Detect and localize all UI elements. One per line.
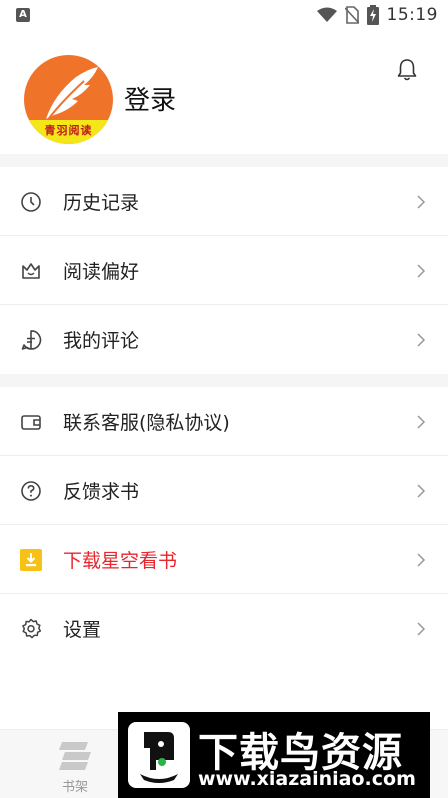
menu-group-2: 联系客服(隐私协议) 反馈求书 下载星空看书 设置	[0, 387, 448, 729]
wallet-icon	[21, 415, 41, 430]
menu-item-label: 我的评论	[63, 330, 140, 352]
chevron-right-icon	[417, 195, 426, 209]
menu-item-feedback[interactable]: 反馈求书	[0, 456, 448, 525]
question-icon	[21, 481, 41, 501]
menu-item-label: 联系客服(隐私协议)	[63, 412, 230, 434]
profile-header: 青羽阅读 登录	[0, 30, 448, 154]
menu-item-label: 历史记录	[63, 192, 140, 214]
menu-item-history[interactable]: 历史记录	[0, 167, 448, 236]
login-button[interactable]: 登录	[124, 80, 176, 117]
menu-item-label: 反馈求书	[63, 481, 140, 503]
tab-bookshelf-label: 书架	[61, 780, 88, 795]
menu-item-my-comments[interactable]: 我的评论	[0, 305, 448, 374]
tab-bookshelf[interactable]: 书架	[50, 736, 100, 795]
menu-item-label: 下载星空看书	[63, 550, 178, 572]
menu-item-reading-preference[interactable]: 阅读偏好	[0, 236, 448, 305]
app-notification-icon: A	[16, 8, 30, 22]
clock-icon	[21, 192, 41, 212]
status-time: 15:19	[386, 5, 438, 25]
chevron-right-icon	[417, 333, 426, 347]
battery-charging-icon	[366, 5, 379, 25]
menu-item-download-app[interactable]: 下载星空看书	[0, 525, 448, 594]
bird-logo-icon	[128, 722, 190, 788]
crown-icon	[22, 263, 40, 279]
chevron-right-icon	[417, 622, 426, 636]
status-bar: A 15:19	[0, 0, 448, 30]
avatar[interactable]: 青羽阅读	[24, 55, 113, 144]
chevron-right-icon	[417, 264, 426, 278]
status-icons: 15:19	[316, 4, 439, 26]
watermark-banner: 下载鸟资源 www.xiazainiao.com	[118, 712, 430, 798]
bell-icon[interactable]	[396, 58, 418, 82]
chevron-right-icon	[417, 484, 426, 498]
bookshelf-icon	[59, 742, 91, 770]
chevron-right-icon	[417, 553, 426, 567]
menu-item-label: 设置	[63, 619, 102, 641]
no-sim-icon	[344, 6, 359, 24]
wifi-icon	[316, 7, 337, 22]
comment-icon	[21, 330, 42, 350]
menu-item-settings[interactable]: 设置	[0, 594, 448, 663]
download-icon	[20, 549, 42, 571]
watermark-url: www.xiazainiao.com	[198, 768, 416, 790]
menu-group-1: 历史记录 阅读偏好 我的评论	[0, 167, 448, 374]
avatar-brand-text: 青羽阅读	[24, 120, 113, 144]
chevron-right-icon	[417, 415, 426, 429]
gear-icon	[22, 618, 42, 639]
menu-item-label: 阅读偏好	[63, 261, 140, 283]
menu-item-contact-service[interactable]: 联系客服(隐私协议)	[0, 387, 448, 456]
